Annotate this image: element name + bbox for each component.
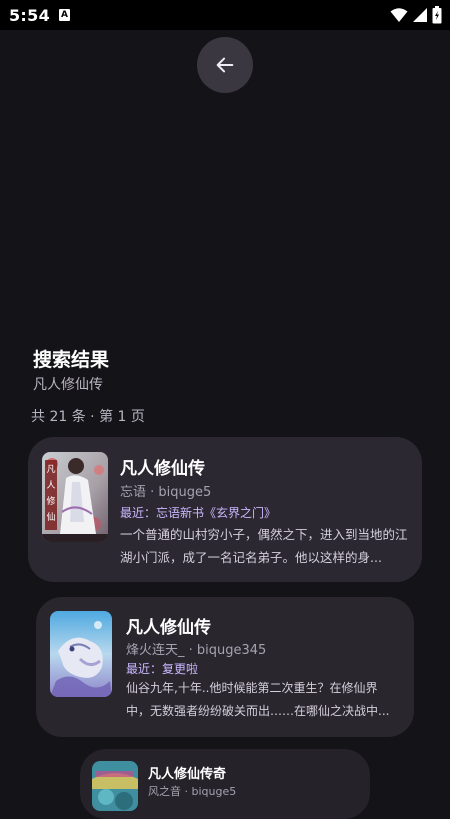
battery-icon <box>432 6 442 24</box>
book-card[interactable]: 凡人修仙传奇 风之音 · biquge5 <box>80 749 370 819</box>
book-title: 凡人修仙传奇 <box>148 767 227 782</box>
svg-text:人: 人 <box>46 480 55 491</box>
book-cover-image <box>92 761 138 811</box>
book-latest-chapter: 最近：复更啦 <box>126 662 199 676</box>
results-count: 共 21 条 · 第 1 页 <box>31 409 145 425</box>
signal-icon <box>413 8 427 22</box>
book-intro: 一个普通的山村穷小子，偶然之下，进入到当地的江湖小门派，成了一名记名弟子。他以这… <box>120 527 408 565</box>
svg-text:修: 修 <box>46 495 55 507</box>
svg-text:凡: 凡 <box>46 464 55 475</box>
book-title: 凡人修仙传 <box>120 459 205 479</box>
notification-badge-icon: A <box>59 9 70 21</box>
book-title: 凡人修仙传 <box>126 618 211 638</box>
book-cover-image <box>50 611 112 697</box>
status-icons <box>390 6 442 24</box>
book-author-source: 烽火连天_ · biquge345 <box>126 643 267 658</box>
book-author-source: 风之音 · biquge5 <box>148 785 237 798</box>
book-card[interactable]: 凡 人 修 仙 凡人修仙传 忘语 · biquge5 最近：忘语新书《玄界之门》… <box>28 437 422 582</box>
search-query: 凡人修仙传 <box>33 377 103 393</box>
results-title: 搜索结果 <box>33 349 110 371</box>
book-card[interactable]: 凡人修仙传 烽火连天_ · biquge345 最近：复更啦 仙谷九年,十年..… <box>36 597 414 737</box>
arrow-left-icon <box>216 57 234 73</box>
book-author-source: 忘语 · biquge5 <box>120 485 212 500</box>
back-button[interactable] <box>197 37 253 93</box>
status-bar: 5:54 A <box>0 0 450 30</box>
svg-text:仙: 仙 <box>46 511 55 523</box>
book-cover-image: 凡 人 修 仙 <box>42 452 108 542</box>
wifi-icon <box>390 8 408 22</box>
book-latest-chapter: 最近：忘语新书《玄界之门》 <box>120 506 277 520</box>
status-time: 5:54 <box>9 6 50 25</box>
book-intro: 仙谷九年,十年..他时候能第二次重生？在修仙界中，无数强者纷纷破关而出……在哪仙… <box>126 681 390 718</box>
